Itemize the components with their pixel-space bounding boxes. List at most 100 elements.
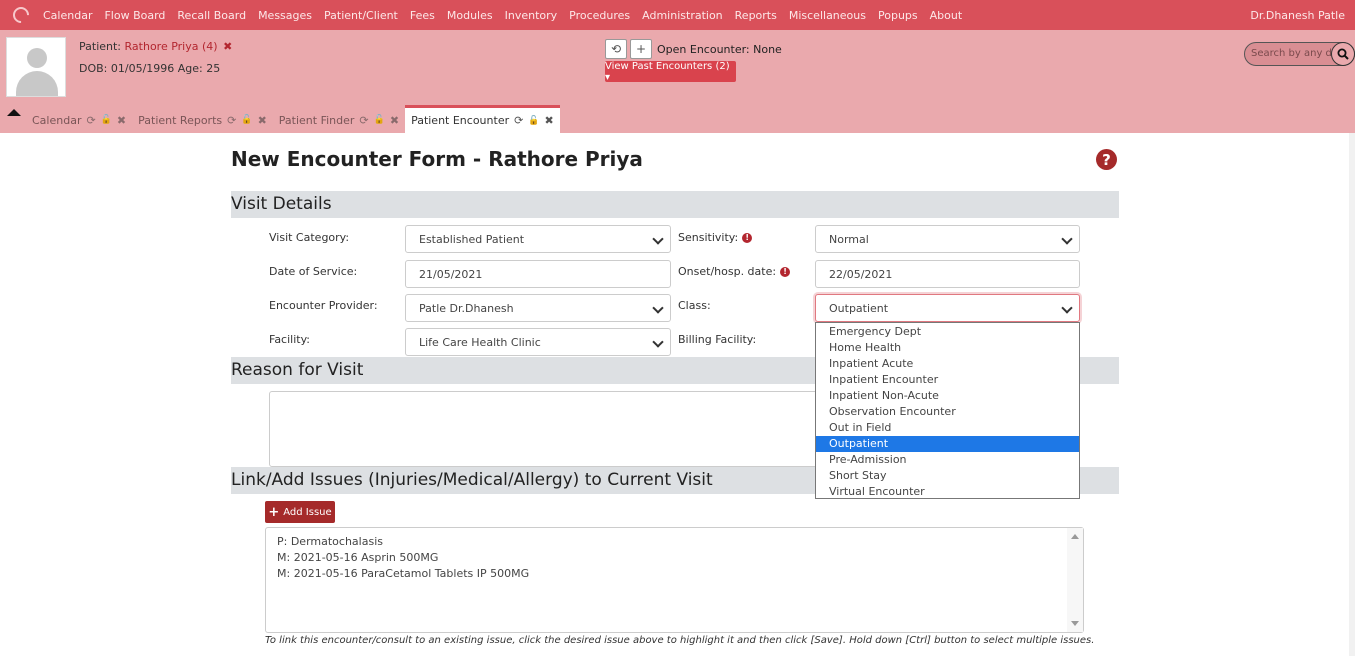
list-item[interactable]: M: 2021-05-16 Asprin 500MG [277,550,1072,566]
dropdown-option[interactable]: Inpatient Non-Acute [816,388,1079,404]
menu-modules[interactable]: Modules [447,9,493,22]
issues-list[interactable]: P: Dermatochalasis M: 2021-05-16 Asprin … [265,527,1084,633]
tab-label: Patient Reports [138,113,223,127]
remove-patient-icon[interactable]: ✖ [223,40,232,53]
facility-label: Facility: [269,333,311,346]
patient-avatar[interactable] [6,37,66,97]
date-of-service-input[interactable]: 21/05/2021 [405,260,671,288]
dropdown-option[interactable]: Home Health [816,340,1079,356]
menu-about[interactable]: About [930,9,963,22]
menu-procedures[interactable]: Procedures [569,9,630,22]
dropdown-option[interactable]: Observation Encounter [816,404,1079,420]
menu-patient-client[interactable]: Patient/Client [324,9,398,22]
onset-date-label: Onset/hosp. date:! [678,265,791,278]
tab-patient-finder[interactable]: Patient Finder ⟳ 🔓 ✖ [273,107,405,133]
tab-label: Calendar [32,113,82,127]
dropdown-option[interactable]: Pre-Admission [816,452,1079,468]
close-icon[interactable]: ✖ [117,114,126,127]
history-icon[interactable]: ⟲ [605,39,627,59]
menu-recall-board[interactable]: Recall Board [177,9,246,22]
required-info-icon: ! [780,267,791,277]
page-title: New Encounter Form - Rathore Priya [231,147,643,171]
menu-calendar[interactable]: Calendar [43,9,92,22]
tab-strip: Calendar ⟳ 🔓 ✖ Patient Reports ⟳ 🔓 ✖ Pat… [26,104,560,133]
collapse-header-icon[interactable] [7,109,21,116]
menu-fees[interactable]: Fees [410,9,435,22]
encounter-provider-select[interactable]: Patle Dr.Dhanesh [405,294,671,322]
section-visit-details: Visit Details [231,191,1119,218]
sensitivity-label: Sensitivity:! [678,231,753,244]
lock-icon[interactable]: 🔓 [241,115,252,125]
refresh-icon[interactable]: ⟳ [359,114,368,127]
date-of-service-label: Date of Service: [269,265,358,278]
lock-icon[interactable]: 🔓 [528,116,539,126]
refresh-icon[interactable]: ⟳ [86,114,95,127]
patient-label: Patient: [79,40,122,53]
dropdown-option[interactable]: Inpatient Encounter [816,372,1079,388]
dropdown-option[interactable]: Virtual Encounter [816,484,1079,500]
close-icon[interactable]: ✖ [258,114,267,127]
class-label: Class: [678,299,711,312]
scroll-down-icon[interactable] [1071,621,1079,626]
menu-flow-board[interactable]: Flow Board [104,9,165,22]
class-select[interactable]: Outpatient [815,294,1080,322]
list-item[interactable]: M: 2021-05-16 ParaCetamol Tablets IP 500… [277,566,1072,582]
page-scrollbar[interactable] [1349,133,1355,656]
tab-calendar[interactable]: Calendar ⟳ 🔓 ✖ [26,107,132,133]
refresh-icon[interactable]: ⟳ [227,114,236,127]
sensitivity-label-text: Sensitivity: [678,231,739,244]
dropdown-option[interactable]: Inpatient Acute [816,356,1079,372]
open-encounter-status: Open Encounter: None [657,42,782,56]
dropdown-option[interactable]: Emergency Dept [816,324,1079,340]
patient-name-link[interactable]: Rathore Priya (4) [125,40,218,53]
encounter-provider-label: Encounter Provider: [269,299,378,312]
issues-scrollbar[interactable] [1067,528,1083,632]
new-encounter-plus-icon[interactable]: + [630,39,652,59]
menu-administration[interactable]: Administration [642,9,723,22]
reason-textarea[interactable] [269,391,831,467]
onset-date-input[interactable]: 22/05/2021 [815,260,1080,288]
issues-hint: To link this encounter/consult to an exi… [265,635,1095,646]
user-menu[interactable]: Dr.Dhanesh Patle [1250,9,1345,22]
help-icon[interactable]: ? [1096,149,1117,170]
refresh-icon[interactable]: ⟳ [514,114,523,127]
menu-inventory[interactable]: Inventory [505,9,558,22]
billing-facility-label: Billing Facility: [678,333,757,346]
view-past-encounters-button[interactable]: View Past Encounters (2) ▾ [605,61,736,83]
tab-label: Patient Encounter [411,114,510,127]
menu-popups[interactable]: Popups [878,9,918,22]
dropdown-option[interactable]: Short Stay [816,468,1079,484]
lock-icon[interactable]: 🔓 [374,115,385,125]
menu-reports[interactable]: Reports [735,9,777,22]
visit-category-label: Visit Category: [269,231,350,244]
menu-messages[interactable]: Messages [258,9,312,22]
patient-dob-age: DOB: 01/05/1996 Age: 25 [79,62,221,75]
onset-date-label-text: Onset/hosp. date: [678,265,777,278]
encounter-controls: ⟲ + Open Encounter: None [605,39,782,59]
menu-miscellaneous[interactable]: Miscellaneous [789,9,866,22]
list-item[interactable]: P: Dermatochalasis [277,534,1072,550]
facility-select[interactable]: Life Care Health Clinic [405,328,671,356]
dropdown-option-selected[interactable]: Outpatient [816,436,1079,452]
visit-category-select[interactable]: Established Patient [405,225,671,253]
top-menu-bar: Calendar Flow Board Recall Board Message… [0,0,1355,30]
avatar-body-icon [16,71,58,96]
sensitivity-select[interactable]: Normal [815,225,1080,253]
close-icon[interactable]: ✖ [545,114,554,127]
close-icon[interactable]: ✖ [390,114,399,127]
add-issue-button[interactable]: + Add Issue [265,501,335,523]
app-logo-icon[interactable] [9,3,33,27]
required-info-icon: ! [742,233,753,243]
scroll-up-icon[interactable] [1071,534,1079,539]
avatar-head-icon [27,48,47,68]
plus-icon: + [268,504,280,520]
lock-icon[interactable]: 🔓 [101,115,112,125]
add-issue-label: Add Issue [283,506,332,518]
patient-info: Patient: Rathore Priya (4) ✖ DOB: 01/05/… [79,40,232,75]
tab-label: Patient Finder [278,113,355,127]
class-dropdown-list[interactable]: Emergency Dept Home Health Inpatient Acu… [815,322,1080,499]
tab-patient-encounter[interactable]: Patient Encounter ⟳ 🔓 ✖ [405,105,560,133]
dropdown-option[interactable]: Out in Field [816,420,1079,436]
tab-patient-reports[interactable]: Patient Reports ⟳ 🔓 ✖ [132,107,273,133]
search-icon[interactable] [1331,42,1355,66]
